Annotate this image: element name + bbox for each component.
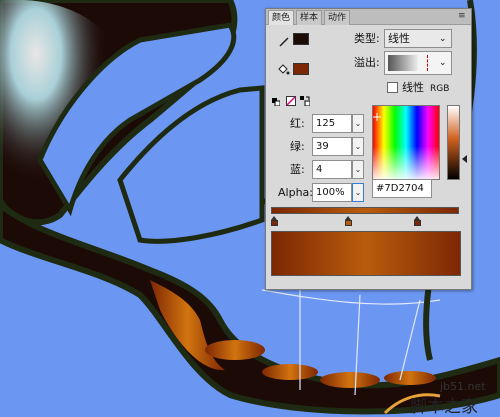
alpha-input[interactable]: 100% xyxy=(312,183,352,202)
overflow-marker-line xyxy=(427,55,428,71)
hex-value: #7D2704 xyxy=(376,183,424,194)
gradient-ramp-bar[interactable] xyxy=(271,207,459,214)
wing-vein-line xyxy=(399,299,421,381)
overflow-preview-swatch xyxy=(388,55,418,71)
green-slider-button[interactable]: ⌄ xyxy=(352,137,364,156)
blue-value: 4 xyxy=(316,164,323,175)
orange-spot-shape xyxy=(205,340,265,360)
chevron-down-icon: ⌄ xyxy=(439,58,447,68)
red-value: 125 xyxy=(316,118,336,129)
type-select[interactable]: 线性 ⌄ xyxy=(384,29,452,48)
watermark-name: 脚本之家 xyxy=(410,397,478,417)
default-colors-icon[interactable] xyxy=(272,91,281,107)
alpha-label: Alpha: xyxy=(278,186,313,199)
red-input[interactable]: 125 xyxy=(312,114,352,133)
alpha-value: 100% xyxy=(316,187,345,198)
no-color-icon[interactable] xyxy=(286,91,296,106)
overflow-select[interactable]: ⌄ xyxy=(384,51,452,75)
fill-color-swatch[interactable] xyxy=(293,63,309,75)
chevron-down-icon: ⌄ xyxy=(439,34,447,44)
overflow-label: 溢出: xyxy=(354,56,380,69)
blue-slider-button[interactable]: ⌄ xyxy=(352,160,364,179)
red-slider-button[interactable]: ⌄ xyxy=(352,114,364,133)
gradient-stop-end[interactable] xyxy=(414,216,421,226)
swap-colors-icon[interactable] xyxy=(300,91,311,107)
gradient-stop-mid[interactable] xyxy=(345,216,352,226)
pencil-icon xyxy=(278,33,290,47)
green-label: 绿: xyxy=(290,140,305,153)
orange-spot-shape xyxy=(262,364,318,380)
blue-input[interactable]: 4 xyxy=(312,160,352,179)
tab-swatches[interactable]: 样本 xyxy=(296,10,322,25)
brightness-slider[interactable] xyxy=(447,105,460,180)
panel-menu-icon[interactable]: ≡ xyxy=(458,11,468,21)
linear-rgb-checkbox[interactable] xyxy=(387,82,398,93)
color-panel: 颜色 样本 动作 ≡ 类型: 线性 ⌄ 溢出: ⌄ 线性 RGB 红: 125 xyxy=(265,8,472,290)
orange-spot-shape xyxy=(384,371,436,385)
wing-vein-line xyxy=(261,289,441,305)
paint-bucket-icon xyxy=(276,61,290,75)
crosshair-icon xyxy=(373,106,381,121)
watermark-site: jb51.net xyxy=(439,380,486,393)
tab-actions[interactable]: 动作 xyxy=(324,10,350,25)
green-input[interactable]: 39 xyxy=(312,137,352,156)
red-label: 红: xyxy=(290,117,305,130)
tab-color[interactable]: 颜色 xyxy=(268,10,294,25)
brightness-arrow-icon[interactable] xyxy=(462,155,467,163)
blue-label: 蓝: xyxy=(290,163,305,176)
panel-tab-bar: 颜色 样本 动作 ≡ xyxy=(266,9,471,25)
color-spectrum-picker[interactable] xyxy=(372,105,440,180)
type-label: 类型: xyxy=(354,32,380,45)
hex-input[interactable]: #7D2704 xyxy=(372,179,432,198)
alpha-slider-button[interactable]: ⌄ xyxy=(352,183,364,202)
orange-spot-shape xyxy=(320,372,380,388)
gradient-stop-start[interactable] xyxy=(271,216,278,226)
type-select-value: 线性 xyxy=(388,32,410,45)
linear-rgb-label: 线性 xyxy=(402,81,424,94)
stroke-color-swatch[interactable] xyxy=(293,33,309,45)
gradient-preview xyxy=(271,231,461,276)
green-value: 39 xyxy=(316,141,329,152)
linear-rgb-suffix: RGB xyxy=(430,84,450,94)
